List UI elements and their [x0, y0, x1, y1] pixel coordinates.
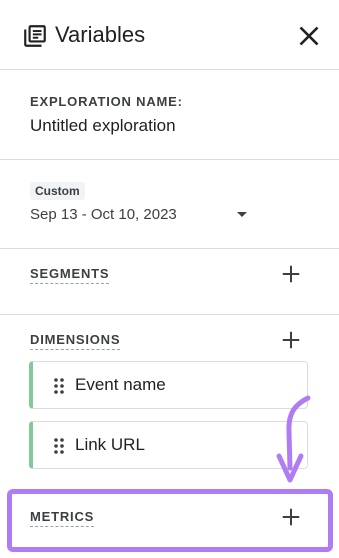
- exploration-name-label: EXPLORATION NAME:: [30, 94, 183, 109]
- date-range-selector[interactable]: Custom Sep 13 - Oct 10, 2023: [0, 160, 339, 249]
- variables-list-icon: [24, 25, 46, 47]
- date-range-value: Sep 13 - Oct 10, 2023: [30, 206, 177, 223]
- exploration-name-section: EXPLORATION NAME: Untitled exploration: [0, 70, 339, 160]
- annotation-arrow-icon: [276, 395, 311, 483]
- dimension-chip[interactable]: Link URL: [29, 421, 308, 469]
- variables-panel: Variables EXPLORATION NAME: Untitled exp…: [0, 0, 339, 558]
- segments-section: SEGMENTS: [0, 249, 339, 315]
- caret-down-icon[interactable]: [237, 212, 247, 217]
- add-metric-plus-icon[interactable]: [280, 506, 302, 528]
- panel-title: Variables: [55, 22, 146, 47]
- drag-handle-icon[interactable]: [53, 437, 65, 455]
- exploration-name-field[interactable]: Untitled exploration: [30, 116, 176, 136]
- metrics-label[interactable]: METRICS: [30, 509, 95, 527]
- drag-handle-icon[interactable]: [53, 377, 65, 395]
- dimension-chip-label: Event name: [75, 375, 166, 394]
- segments-label[interactable]: SEGMENTS: [30, 266, 110, 284]
- dimensions-label[interactable]: DIMENSIONS: [30, 332, 121, 350]
- close-icon[interactable]: [296, 23, 322, 49]
- add-segment-plus-icon[interactable]: [280, 263, 302, 285]
- dimension-chip-label: Link URL: [75, 435, 145, 454]
- dimension-chip[interactable]: Event name: [29, 361, 308, 409]
- panel-header: Variables: [0, 0, 339, 70]
- date-range-badge: Custom: [30, 182, 85, 200]
- add-dimension-plus-icon[interactable]: [280, 329, 302, 351]
